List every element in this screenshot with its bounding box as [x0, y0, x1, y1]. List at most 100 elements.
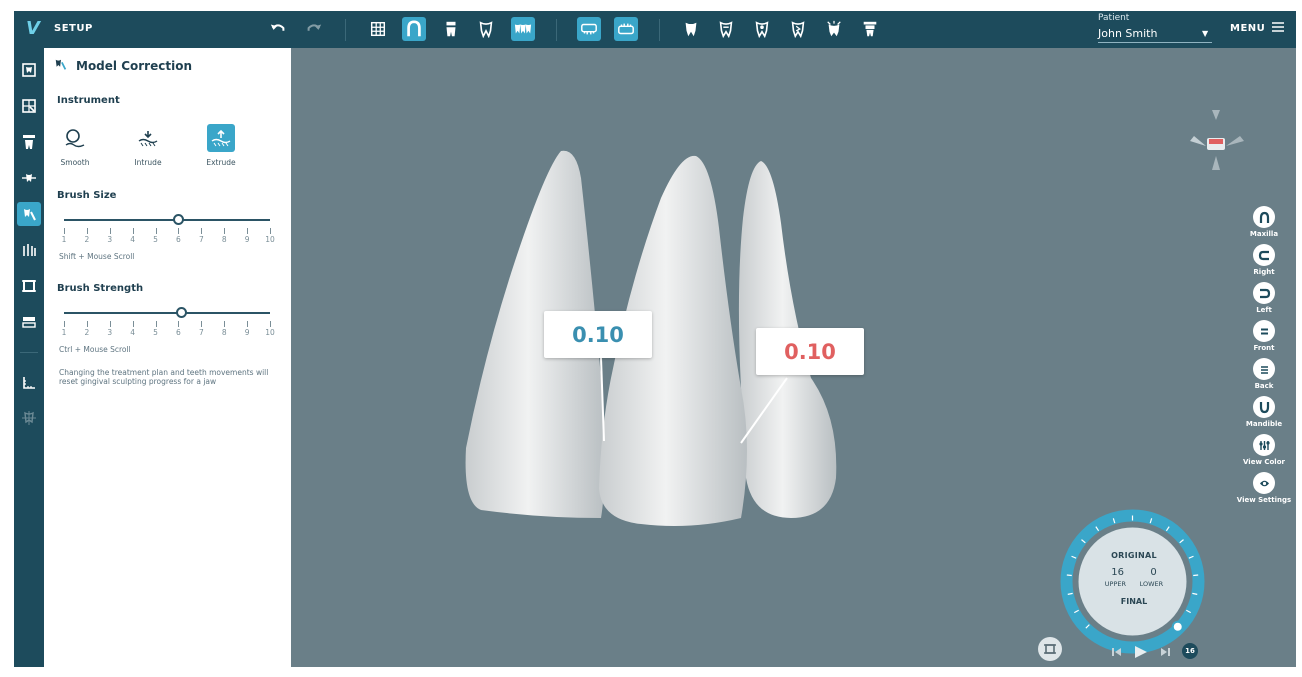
- toolbar-separator: [659, 19, 660, 41]
- view-color-view-button[interactable]: View Color: [1234, 434, 1294, 466]
- app-title: SETUP: [54, 23, 93, 34]
- smooth-tool[interactable]: Smooth: [50, 124, 100, 167]
- measurement-label-1: 0.10: [544, 311, 652, 358]
- 3d-viewport[interactable]: 0.10 0.10 Maxilla Right Left Front Back Mandi…: [291, 48, 1296, 667]
- tooth-tool-1-button[interactable]: [679, 17, 703, 41]
- rail-segmentation-button[interactable]: [17, 94, 41, 118]
- step-forward-button[interactable]: [1161, 648, 1170, 656]
- view-button-label: Front: [1253, 344, 1275, 352]
- slider-tick: [86, 321, 88, 327]
- slider-tick: [224, 228, 226, 234]
- playback-controls: [1112, 646, 1170, 658]
- redo-button[interactable]: [302, 17, 326, 41]
- grid-icon: [370, 21, 386, 37]
- view-settings-view-button[interactable]: View Settings: [1234, 472, 1294, 504]
- slider-tick: [155, 321, 157, 327]
- arch-view-button[interactable]: [402, 17, 426, 41]
- slider-tick-label: 9: [244, 328, 250, 337]
- view-button-circle[interactable]: [1253, 206, 1275, 228]
- left-view-button[interactable]: Left: [1234, 282, 1294, 314]
- view-button-circle[interactable]: [1253, 472, 1275, 494]
- intrude-tool[interactable]: Intrude: [123, 124, 173, 167]
- tooth-attachment-button[interactable]: [439, 17, 463, 41]
- rail-bite-button[interactable]: [17, 274, 41, 298]
- back-view-button[interactable]: Back: [1234, 358, 1294, 390]
- tooth-tool-3-button[interactable]: [750, 17, 774, 41]
- slider-tick-label: 2: [84, 328, 90, 337]
- rail-attachments-button[interactable]: [17, 130, 41, 154]
- view-button-circle[interactable]: [1253, 282, 1275, 304]
- brush-size-heading: Brush Size: [57, 190, 117, 201]
- app-window: V SETUP Patient John Smith ▼ MENU Model …: [14, 11, 1296, 667]
- view-button-circle[interactable]: [1253, 320, 1275, 342]
- rail-model-correction-button[interactable]: [17, 202, 41, 226]
- bite-frame-icon: [1044, 644, 1056, 654]
- upper-stage-value: 16: [1111, 567, 1124, 578]
- view-button-circle[interactable]: [1253, 396, 1275, 418]
- dial-final-label[interactable]: FINAL: [1098, 597, 1170, 606]
- brush-strength-slider-thumb[interactable]: [175, 307, 187, 318]
- slider-tick-label: 1: [61, 328, 67, 337]
- extrude-tool[interactable]: Extrude: [196, 124, 246, 167]
- slider-tick-label: 7: [198, 328, 204, 337]
- front-view-button[interactable]: Front: [1234, 320, 1294, 352]
- rail-axis-button[interactable]: [17, 166, 41, 190]
- view-button-circle[interactable]: [1253, 244, 1275, 266]
- play-button[interactable]: [1135, 646, 1147, 658]
- dial-original-label[interactable]: ORIGINAL: [1098, 551, 1170, 560]
- brush-strength-ticks: 1 2 3 4 5 6 7 8 9 10: [61, 321, 275, 341]
- lower-jaw-icon: [618, 23, 634, 35]
- patient-select[interactable]: John Smith: [1098, 25, 1212, 43]
- bite-view-button[interactable]: [1038, 637, 1062, 661]
- tooth-attachment-icon: [446, 21, 456, 37]
- intrude-brush-icon: [138, 131, 158, 147]
- menu-button[interactable]: MENU: [1230, 23, 1265, 34]
- brush-size-slider[interactable]: [64, 214, 270, 225]
- app-logo: V: [26, 18, 40, 39]
- upper-stage-label: UPPER: [1104, 580, 1127, 588]
- undo-button[interactable]: [266, 17, 290, 41]
- tooth-tool-2-button[interactable]: [714, 17, 738, 41]
- brush-size-slider-thumb[interactable]: [173, 214, 185, 225]
- slider-tick-label: 4: [130, 235, 136, 244]
- stage-dial-knob[interactable]: [1171, 620, 1184, 633]
- tooth-tool-6-button[interactable]: [858, 17, 882, 41]
- rail-ipr-button[interactable]: [17, 238, 41, 262]
- slider-tick: [64, 228, 65, 234]
- tooth-tool-4-button[interactable]: [786, 17, 810, 41]
- rail-disabled-tool-button[interactable]: [17, 406, 41, 430]
- lower-jaw-button[interactable]: [614, 17, 638, 41]
- tooth-tool-5-button[interactable]: [822, 17, 846, 41]
- tooth-measure-icon: [719, 21, 733, 38]
- slider-tick-label: 7: [198, 235, 204, 244]
- right-view-button[interactable]: Right: [1234, 244, 1294, 276]
- slider-tick: [109, 228, 111, 234]
- slider-tick: [247, 321, 249, 327]
- lower-stage-label: LOWER: [1139, 580, 1164, 588]
- undo-icon: [270, 24, 285, 31]
- step-back-button[interactable]: [1112, 648, 1121, 656]
- model-correction-panel: Model Correction Instrument Smooth Intru…: [44, 48, 291, 667]
- rail-jaw-button[interactable]: [17, 310, 41, 334]
- hamburger-icon[interactable]: [1271, 20, 1285, 34]
- slider-tick: [132, 228, 134, 234]
- rail-measure-button[interactable]: [17, 371, 41, 395]
- tooth-attachment-icon: [23, 135, 35, 149]
- view-button-circle[interactable]: [1253, 358, 1275, 380]
- mandible-view-button[interactable]: Mandible: [1234, 396, 1294, 428]
- orientation-gizmo[interactable]: [1186, 108, 1246, 174]
- brush-strength-slider[interactable]: [64, 307, 270, 318]
- grid-button[interactable]: [366, 17, 390, 41]
- view-button-label: Back: [1254, 382, 1274, 390]
- chevron-down-icon[interactable]: ▼: [1202, 29, 1208, 38]
- view-button-label: View Settings: [1236, 496, 1292, 504]
- slider-tick-label: 10: [265, 235, 275, 244]
- full-arch-teeth-button[interactable]: [511, 17, 535, 41]
- extrude-brush-icon: [211, 129, 231, 147]
- view-button-circle[interactable]: [1253, 434, 1275, 456]
- upper-jaw-button[interactable]: [577, 17, 601, 41]
- tooth-split-button[interactable]: [474, 17, 498, 41]
- rail-tooth-id-button[interactable]: [17, 58, 41, 82]
- maxilla-view-button[interactable]: Maxilla: [1234, 206, 1294, 238]
- reset-warning-note: Changing the treatment plan and teeth mo…: [59, 368, 269, 386]
